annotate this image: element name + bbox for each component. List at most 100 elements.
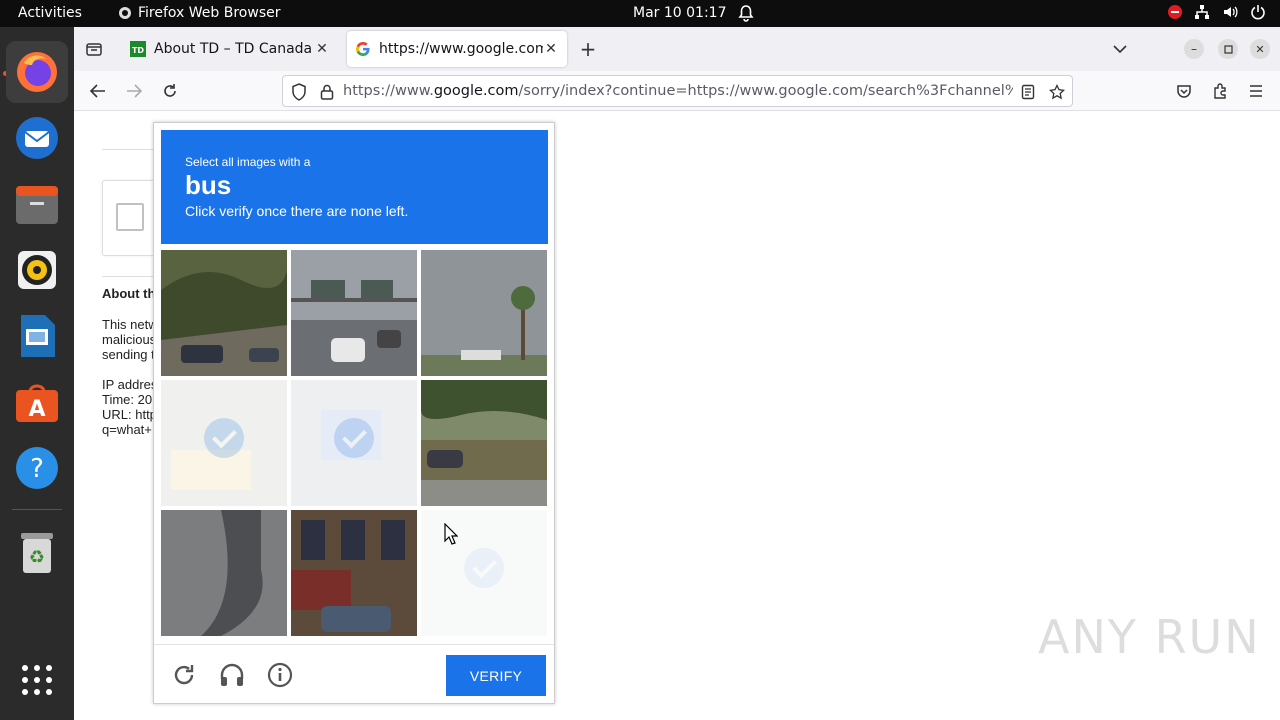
firefox-icon xyxy=(17,52,57,92)
firefox-view-icon[interactable] xyxy=(84,39,104,59)
instruction-small: Select all images with a xyxy=(185,155,311,169)
dock: A ? ♻ xyxy=(0,27,74,720)
minimize-window-icon[interactable]: – xyxy=(1184,39,1204,59)
firefox-small-icon xyxy=(119,7,131,19)
help-icon: ? xyxy=(16,447,58,489)
dock-thunderbird[interactable] xyxy=(6,107,68,169)
system-tray[interactable] xyxy=(1168,4,1266,20)
watermark: ANY RUN xyxy=(1038,610,1261,664)
audio-challenge-headphones-icon[interactable] xyxy=(218,661,246,689)
url-text: https://www.google.com/sorry/index?conti… xyxy=(343,83,1013,99)
trash-icon: ♻ xyxy=(21,533,53,573)
verify-button[interactable]: VERIFY xyxy=(446,655,546,696)
dock-libreoffice-impress[interactable] xyxy=(6,305,68,367)
app-menu[interactable]: Firefox Web Browser xyxy=(118,5,281,21)
app-center-icon: A xyxy=(16,384,58,422)
url-prefix: https://www. xyxy=(343,83,434,99)
captcha-tile-9[interactable] xyxy=(421,510,547,636)
dock-firefox[interactable] xyxy=(6,41,68,103)
google-favicon-icon xyxy=(356,42,370,56)
page-line: IP addres xyxy=(102,377,158,392)
dock-app-center[interactable]: A xyxy=(6,371,68,433)
url-path: /sorry/index?continue=https://www.google… xyxy=(518,83,1013,99)
extensions-icon[interactable] xyxy=(1210,81,1230,101)
page-line: Time: 20 xyxy=(102,392,153,407)
captcha-tile-6[interactable] xyxy=(421,380,547,506)
page-line: This netw xyxy=(102,317,158,332)
url-host: google.com xyxy=(433,83,519,99)
help-info-icon[interactable] xyxy=(266,661,294,689)
impress-icon xyxy=(21,315,55,357)
tab-google[interactable]: https://www.google.com/ ✕ xyxy=(347,31,567,67)
dock-trash[interactable]: ♻ xyxy=(6,521,68,583)
selected-check-icon xyxy=(204,418,244,458)
hamburger-menu-icon[interactable] xyxy=(1246,81,1266,101)
dock-separator xyxy=(12,509,62,510)
system-top-bar: Activities Firefox Web Browser Mar 10 01… xyxy=(0,0,1280,27)
files-icon xyxy=(16,186,58,224)
app-name: Firefox Web Browser xyxy=(138,5,281,21)
selected-check-icon xyxy=(464,548,504,588)
reload-icon[interactable] xyxy=(160,81,180,101)
svg-text:A: A xyxy=(28,397,45,422)
selected-check-icon xyxy=(334,418,374,458)
network-icon xyxy=(1195,5,1209,19)
dock-files[interactable] xyxy=(6,173,68,235)
power-icon xyxy=(1251,5,1265,20)
lock-icon[interactable] xyxy=(317,82,337,102)
tab-close-icon[interactable]: ✕ xyxy=(314,41,330,57)
thunderbird-icon xyxy=(16,117,58,159)
tracking-protection-shield-icon[interactable] xyxy=(289,82,309,102)
captcha-challenge-popup: Select all images with a bus Click verif… xyxy=(153,122,555,704)
reader-view-icon[interactable] xyxy=(1018,82,1038,102)
dock-rhythmbox[interactable] xyxy=(6,239,68,301)
maximize-window-icon[interactable] xyxy=(1218,39,1238,59)
about-heading: About th xyxy=(102,286,156,301)
activities-button[interactable]: Activities xyxy=(18,5,82,21)
tab-bar: TD About TD – TD Canada Tr ✕ https://www… xyxy=(74,27,1280,71)
tab-title: About TD – TD Canada Tr xyxy=(154,41,314,57)
captcha-footer: VERIFY xyxy=(154,644,554,704)
svg-text:♻: ♻ xyxy=(29,547,45,568)
list-tabs-chevron-icon[interactable] xyxy=(1110,39,1130,59)
volume-icon xyxy=(1224,6,1238,18)
page-line: URL: http xyxy=(102,407,157,422)
captcha-tile-5[interactable] xyxy=(291,380,417,506)
url-bar[interactable]: https://www.google.com/sorry/index?conti… xyxy=(282,75,1073,107)
svg-text:?: ? xyxy=(30,454,44,484)
captcha-instructions: Select all images with a bus Click verif… xyxy=(161,130,548,244)
forward-icon[interactable] xyxy=(124,81,144,101)
page-line: malicious xyxy=(102,332,157,347)
bookmark-star-icon[interactable] xyxy=(1047,82,1067,102)
tab-close-icon[interactable]: ✕ xyxy=(543,41,559,57)
back-icon[interactable] xyxy=(88,81,108,101)
new-tab-icon[interactable]: + xyxy=(578,37,598,61)
navigation-toolbar: https://www.google.com/sorry/index?conti… xyxy=(74,71,1280,111)
rhythmbox-icon xyxy=(18,251,56,289)
app-grid-icon xyxy=(22,665,52,695)
svg-text:TD: TD xyxy=(132,46,144,55)
tab-title: https://www.google.com/ xyxy=(379,41,543,57)
pocket-icon[interactable] xyxy=(1174,81,1194,101)
page-line: sending t xyxy=(102,347,155,362)
td-favicon-icon: TD xyxy=(130,41,146,57)
notification-bell-icon[interactable] xyxy=(738,4,754,26)
page-line: q=what+ xyxy=(102,422,152,437)
captcha-tile-3[interactable] xyxy=(421,250,547,376)
captcha-tile-8[interactable] xyxy=(291,510,417,636)
recaptcha-checkbox[interactable] xyxy=(116,203,144,231)
mouse-cursor-icon xyxy=(444,523,458,545)
tab-td-canada[interactable]: TD About TD – TD Canada Tr ✕ xyxy=(122,31,338,67)
recording-stop-icon[interactable] xyxy=(1168,5,1182,19)
captcha-tile-1[interactable] xyxy=(161,250,287,376)
close-window-icon[interactable]: ✕ xyxy=(1250,39,1270,59)
show-applications-button[interactable] xyxy=(6,649,68,711)
captcha-tile-2[interactable] xyxy=(291,250,417,376)
dock-help[interactable]: ? xyxy=(6,437,68,499)
reload-challenge-icon[interactable] xyxy=(170,661,198,689)
target-object: bus xyxy=(185,170,232,200)
clock[interactable]: Mar 10 01:17 xyxy=(633,5,726,21)
captcha-tile-4[interactable] xyxy=(161,380,287,506)
captcha-tile-7[interactable] xyxy=(161,510,287,636)
instruction-sub: Click verify once there are none left. xyxy=(185,203,409,219)
